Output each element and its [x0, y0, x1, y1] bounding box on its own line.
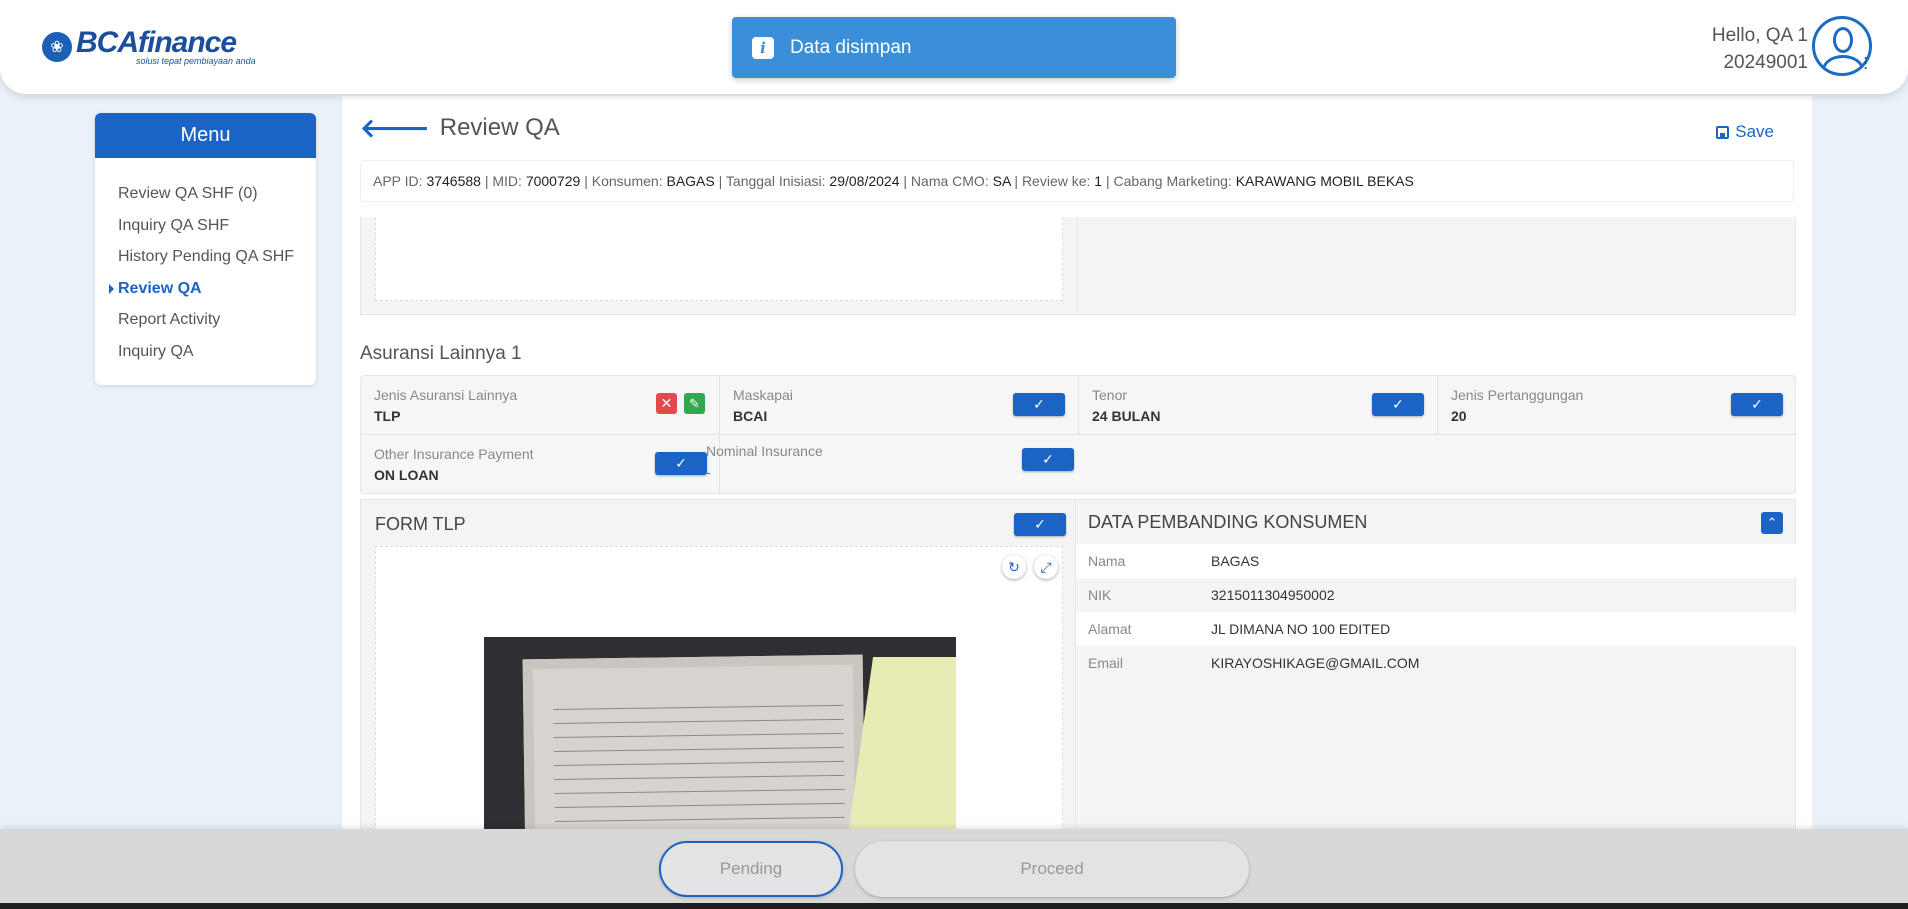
toast-message: Data disimpan [790, 36, 912, 58]
vehicle-document-photo [484, 637, 956, 847]
verify-checkbox-jenis-pertanggungan[interactable]: ✓ [1731, 393, 1783, 416]
insurance-fields-grid: Jenis Asuransi Lainnya TLP ✕ ✎ Maskapai … [360, 375, 1797, 495]
rotate-icon[interactable]: ↻ [1002, 555, 1026, 579]
toast-notification: i Data disimpan [732, 17, 1176, 78]
document-image-viewer[interactable]: ↻ ⤢ [375, 546, 1063, 847]
user-greeting: Hello, QA 1 [1711, 25, 1808, 46]
caret-right-icon [109, 283, 114, 294]
previous-section [360, 217, 1796, 315]
table-row: NIK 3215011304950002 [1088, 587, 1335, 603]
sidebar-item-review-qa[interactable]: Review QA [109, 273, 316, 305]
back-arrow-icon[interactable]: 🡐 [360, 115, 430, 141]
avatar[interactable] [1812, 16, 1872, 76]
section-title-asuransi: Asuransi Lainnya 1 [360, 343, 522, 364]
user-info: Hello, QA 1 20249001 [1712, 22, 1808, 76]
user-id: 20249001 [1723, 52, 1808, 73]
main-content: 🡐 Review QA Save APP ID: 3746588 | MID: … [342, 96, 1812, 847]
edit-button[interactable]: ✎ [684, 393, 705, 414]
bottom-edge [0, 903, 1908, 909]
sidebar-item-inquiry-qa-shf[interactable]: Inquiry QA SHF [118, 210, 316, 242]
page-title: Review QA [439, 114, 560, 141]
floppy-disk-icon [1716, 125, 1730, 139]
image-box [375, 217, 1063, 301]
sidebar-item-inquiry-qa[interactable]: Inquiry QA [118, 336, 316, 368]
sidebar-item-review-qa-shf[interactable]: Review QA SHF (0) [118, 178, 316, 210]
application-info-bar: APP ID: 3746588 | MID: 7000729 | Konsume… [360, 160, 1794, 202]
table-row: Alamat JL DIMANA NO 100 EDITED [1076, 612, 1796, 646]
footer-action-bar: Pending Proceed [0, 829, 1908, 909]
verify-checkbox-tenor[interactable]: ✓ [1372, 393, 1424, 416]
table-row: Email KIRAYOSHIKAGE@GMAIL.COM [1088, 655, 1420, 671]
info-icon: i [752, 36, 774, 59]
data-pembanding-panel: DATA PEMBANDING KONSUMEN ⌃ Nama BAGAS NI… [1076, 499, 1796, 844]
sidebar: Menu Review QA SHF (0) Inquiry QA SHF Hi… [95, 113, 316, 385]
sidebar-item-report-activity[interactable]: Report Activity [118, 304, 316, 336]
table-row: Nama BAGAS [1076, 544, 1796, 578]
save-button[interactable]: Save [1716, 122, 1774, 142]
sidebar-item-history-pending-qa-shf[interactable]: History Pending QA SHF [118, 241, 316, 273]
verify-checkbox-other-insurance-payment[interactable]: ✓ [655, 452, 707, 475]
form-tlp-panel: FORM TLP ✓ ↻ ⤢ [360, 499, 1076, 847]
logo-tagline: solusi tepat pembiayaan anda [136, 56, 256, 66]
verify-checkbox-form-tlp[interactable]: ✓ [1014, 513, 1066, 536]
logo-emblem-icon: ❀ [42, 32, 72, 62]
verify-checkbox-nominal-insurance[interactable]: ✓ [1022, 448, 1074, 471]
reject-button[interactable]: ✕ [656, 393, 677, 414]
verify-checkbox-maskapai[interactable]: ✓ [1013, 393, 1065, 416]
bcafinance-logo[interactable]: ❀ BCAfinance solusi tepat pembiayaan and… [42, 28, 256, 66]
pending-button[interactable]: Pending [659, 841, 843, 897]
chevron-up-icon[interactable]: ⌃ [1761, 512, 1783, 534]
form-tlp-title: FORM TLP [375, 514, 466, 534]
proceed-button[interactable]: Proceed [855, 841, 1249, 897]
data-pembanding-title: DATA PEMBANDING KONSUMEN [1088, 512, 1368, 532]
expand-icon[interactable]: ⤢ [1034, 555, 1058, 579]
field-nominal-insurance: Nominal Insurance - [706, 443, 823, 480]
kebab-menu-icon[interactable]: · · · [1864, 52, 1870, 74]
sidebar-title: Menu [95, 113, 316, 158]
